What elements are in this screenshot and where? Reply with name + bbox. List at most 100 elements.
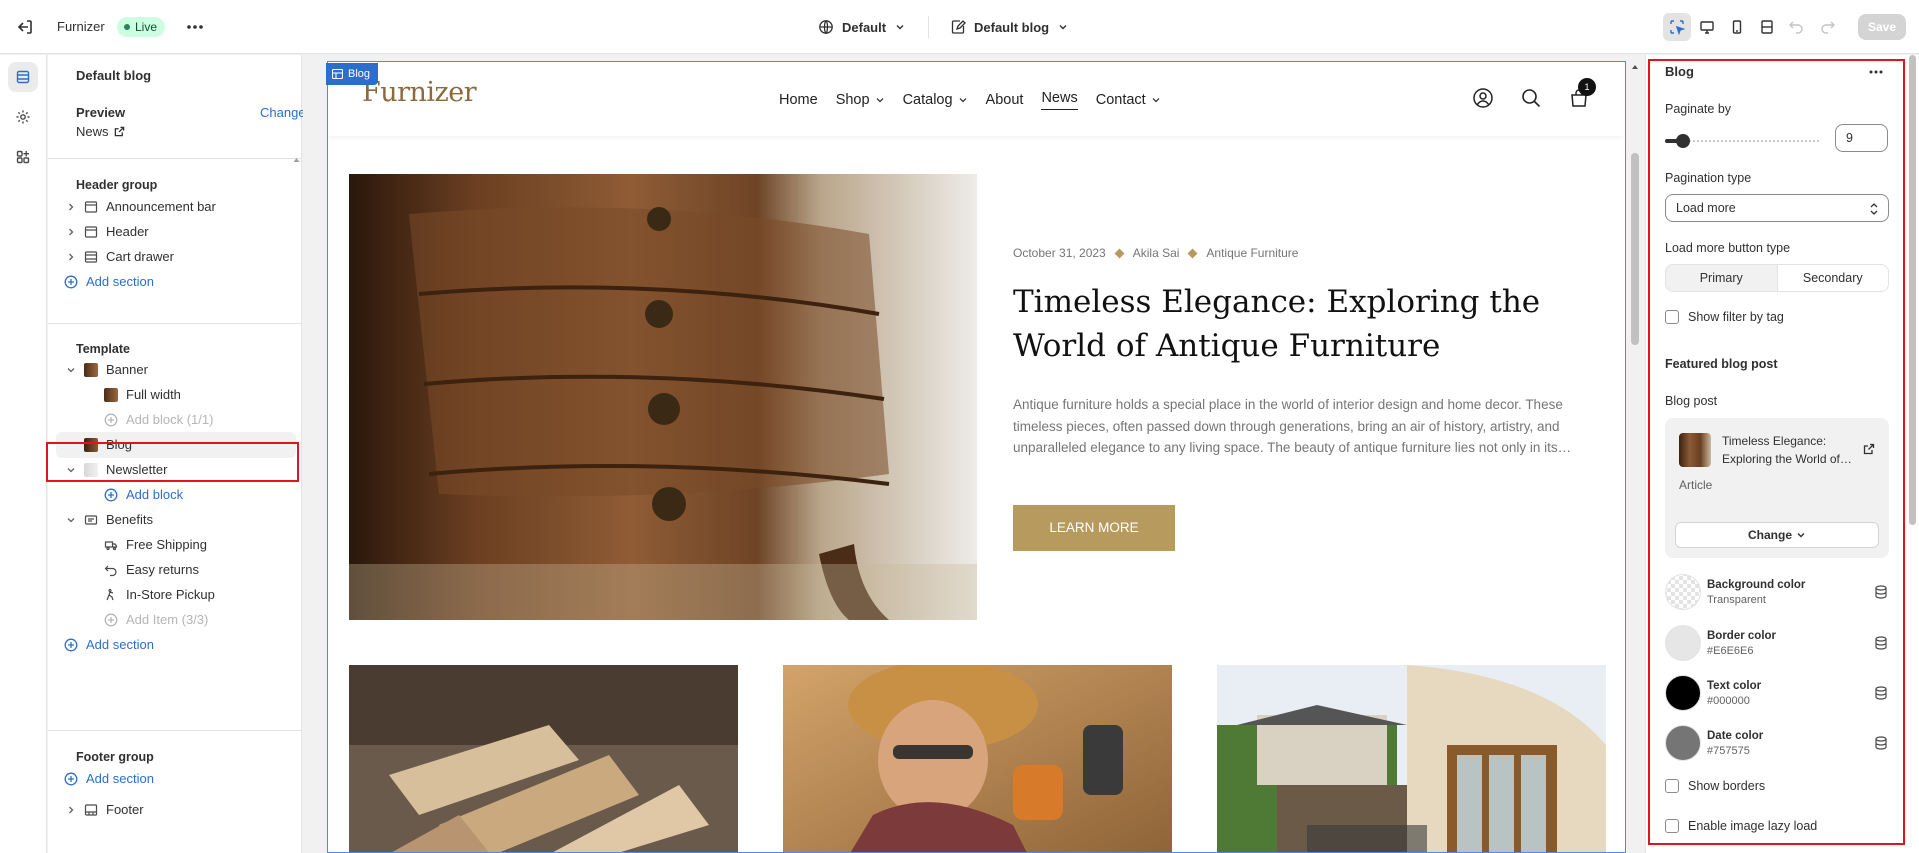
change-preview-link[interactable]: Change [260, 105, 306, 120]
section-tag-label: Blog [348, 68, 371, 80]
nav-catalog[interactable]: Catalog [903, 90, 968, 110]
tree-item-banner[interactable]: Banner [56, 357, 296, 383]
header-group-label: Header group [76, 178, 158, 192]
tree-item-free-shipping[interactable]: Free Shipping [56, 532, 296, 558]
section-icon [84, 225, 98, 239]
post-category[interactable]: Antique Furniture [1206, 246, 1298, 260]
scroll-up-icon[interactable] [1627, 61, 1643, 73]
tree-item-footer[interactable]: Footer [56, 797, 296, 823]
preview-scrollbar[interactable] [1627, 61, 1643, 853]
post-meta: October 31, 2023 Akila Sai Antique Furni… [1013, 246, 1298, 260]
post-card-image[interactable] [783, 665, 1172, 852]
device-toolbar [1663, 13, 1781, 41]
section-icon [84, 200, 98, 214]
tree-item-label: Easy returns [126, 562, 199, 577]
plus-circle-icon [104, 613, 118, 627]
apps-icon[interactable] [8, 142, 38, 172]
inspector-icon[interactable] [1663, 13, 1691, 41]
nav-contact[interactable]: Contact [1096, 90, 1161, 110]
nav-home[interactable]: Home [779, 90, 818, 110]
tree-item-label: Free Shipping [126, 537, 207, 552]
store-name: Furnizer [57, 19, 105, 34]
chevron-right-icon[interactable] [66, 202, 76, 212]
chevron-down-icon [1057, 21, 1069, 33]
post-author[interactable]: Akila Sai [1133, 246, 1180, 260]
tree-item-header[interactable]: Header [56, 219, 296, 245]
settings-icon[interactable] [8, 102, 38, 132]
desktop-icon[interactable] [1693, 13, 1721, 41]
section-icon [84, 803, 98, 817]
add-section-label: Add section [86, 274, 154, 289]
mobile-icon[interactable] [1723, 13, 1751, 41]
chevron-right-icon[interactable] [66, 805, 76, 815]
tree-item-label: Header [106, 224, 149, 239]
post-card-image[interactable] [1217, 665, 1606, 852]
exit-icon[interactable] [15, 17, 35, 37]
preview-frame: Furnizer Home Shop Catalog About News Co… [327, 61, 1626, 853]
add-section-label: Add section [86, 771, 154, 786]
sidebar-scrollbar[interactable] [291, 155, 302, 853]
pickup-icon [104, 588, 118, 602]
page-name: Default blog [974, 19, 1050, 35]
preview-page-link[interactable]: News [76, 124, 125, 139]
add-section-button[interactable]: Add section [56, 632, 296, 658]
sections-icon[interactable] [8, 62, 38, 92]
tree-item-easy-returns[interactable]: Easy returns [56, 557, 296, 583]
sidebar-title: Default blog [76, 68, 152, 83]
add-section-button[interactable]: Add section [56, 269, 296, 295]
add-block-button[interactable]: Add block [56, 482, 296, 508]
nav-shop[interactable]: Shop [836, 90, 885, 110]
live-badge: Live [117, 17, 166, 37]
divider [48, 158, 302, 159]
post-card-image[interactable] [349, 665, 738, 852]
add-item-button[interactable]: Add Item (3/3) [56, 607, 296, 633]
more-options-icon[interactable] [184, 17, 206, 37]
account-icon[interactable] [1472, 87, 1494, 109]
tree-item-benefits[interactable]: Benefits [56, 507, 296, 533]
learn-more-button[interactable]: LEARN MORE [1013, 505, 1175, 551]
top-bar: Furnizer Live Default Default blog Save [0, 0, 1919, 54]
hero-image[interactable] [349, 174, 977, 620]
tree-item-label: Full width [126, 387, 181, 402]
nav-about[interactable]: About [986, 90, 1024, 110]
nav-news[interactable]: News [1041, 90, 1078, 110]
tree-item-label: Cart drawer [106, 249, 174, 264]
diamond-icon [1187, 248, 1198, 258]
fullscreen-icon[interactable] [1753, 13, 1781, 41]
highlight-box [1648, 59, 1905, 845]
site-logo[interactable]: Furnizer [362, 77, 477, 108]
preview-page-name: News [76, 124, 109, 139]
add-block-button[interactable]: Add block (1/1) [56, 407, 296, 433]
divider [48, 323, 302, 324]
theme-selector[interactable]: Default [818, 16, 906, 38]
toolbar-divider [928, 16, 929, 38]
save-button[interactable]: Save [1858, 14, 1906, 40]
redo-icon[interactable] [1820, 18, 1836, 34]
scrollbar-thumb[interactable] [1631, 153, 1639, 345]
diamond-icon [1114, 248, 1125, 258]
post-title[interactable]: Timeless Elegance: Exploring the World o… [1013, 280, 1593, 368]
divider [48, 730, 302, 731]
chevron-down-icon[interactable] [66, 515, 76, 525]
panel-scrollbar[interactable] [1906, 55, 1919, 853]
search-icon[interactable] [1520, 87, 1542, 109]
section-icon [84, 250, 98, 264]
undo-icon[interactable] [1788, 18, 1804, 34]
tree-item-label: Benefits [106, 512, 153, 527]
tree-item-label: Footer [106, 802, 144, 817]
chevron-right-icon[interactable] [66, 227, 76, 237]
scrollbar-thumb[interactable] [1909, 55, 1916, 525]
page-selector[interactable]: Default blog [950, 16, 1069, 38]
chevron-right-icon[interactable] [66, 252, 76, 262]
section-tag[interactable]: Blog [326, 63, 379, 85]
add-section-button[interactable]: Add section [56, 766, 296, 792]
plus-circle-icon [104, 488, 118, 502]
block-thumbnail-icon [104, 388, 118, 402]
tree-item-announcement-bar[interactable]: Announcement bar [56, 194, 296, 220]
plus-circle-icon [64, 772, 78, 786]
tree-item-in-store-pickup[interactable]: In-Store Pickup [56, 582, 296, 608]
chevron-down-icon[interactable] [66, 365, 76, 375]
footer-group-label: Footer group [76, 750, 154, 764]
tree-item-full-width[interactable]: Full width [56, 382, 296, 408]
tree-item-cart-drawer[interactable]: Cart drawer [56, 244, 296, 270]
